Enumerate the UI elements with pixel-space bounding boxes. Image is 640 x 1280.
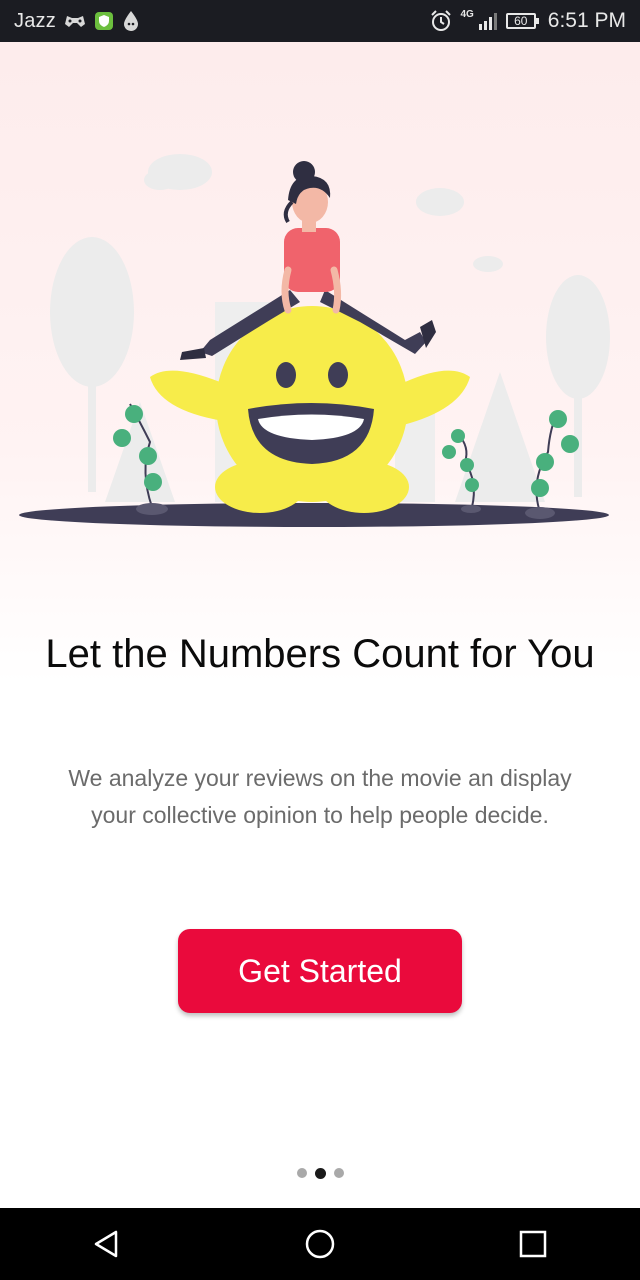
recents-button[interactable] — [503, 1214, 563, 1274]
system-nav-bar — [0, 1208, 640, 1280]
page-dot-1[interactable] — [296, 1168, 307, 1178]
back-button[interactable] — [77, 1214, 137, 1274]
onboarding-headline: Let the Numbers Count for You — [45, 632, 595, 676]
page-indicator — [0, 1167, 640, 1179]
onboarding-screen: Jazz 4G 60 6:51 PM Let the Numbers Count… — [0, 0, 640, 1280]
onboarding-content: Let the Numbers Count for You We analyze… — [0, 42, 640, 1208]
recents-icon — [520, 1230, 547, 1258]
shield-icon — [94, 11, 114, 31]
home-button[interactable] — [290, 1214, 350, 1274]
alarm-icon — [430, 10, 452, 32]
carrier-name: Jazz — [14, 9, 56, 32]
drop-icon — [122, 10, 140, 32]
network-type: 4G — [460, 8, 474, 20]
illustration — [19, 154, 610, 527]
game-controller-icon — [64, 12, 86, 30]
get-started-button[interactable]: Get Started — [178, 929, 462, 1013]
clock: 6:51 PM — [547, 9, 626, 32]
ground-shadow — [19, 503, 609, 527]
status-bar: Jazz 4G 60 6:51 PM — [0, 0, 640, 42]
back-icon — [94, 1230, 117, 1258]
onboarding-description: We analyze your reviews on the movie an … — [68, 765, 572, 828]
page-dot-3[interactable] — [333, 1168, 344, 1178]
status-right: 4G 60 6:51 PM — [430, 9, 626, 33]
status-left: Jazz — [14, 10, 140, 33]
signal-icon — [478, 12, 498, 30]
battery-icon: 60 — [505, 13, 539, 29]
home-icon — [305, 1229, 335, 1259]
page-dot-2-active[interactable] — [314, 1167, 326, 1179]
plant-right — [525, 410, 579, 519]
